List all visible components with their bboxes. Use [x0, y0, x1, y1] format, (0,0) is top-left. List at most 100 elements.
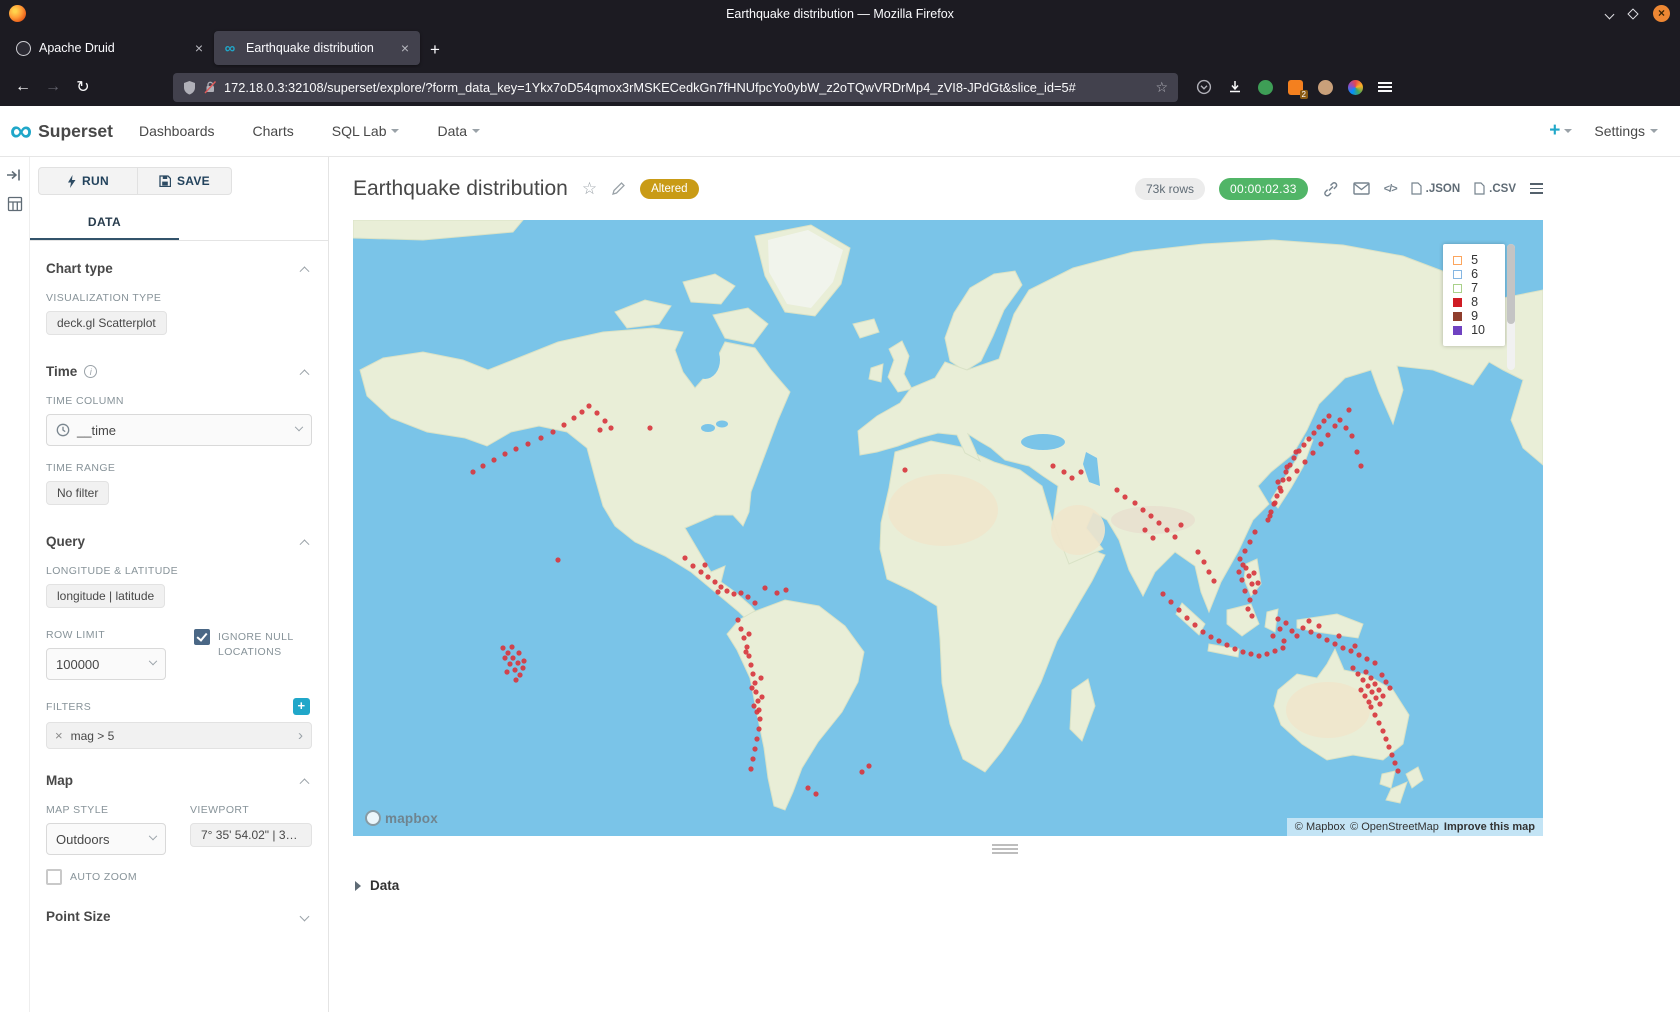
- tab-apache-druid[interactable]: Apache Druid ×: [8, 31, 214, 65]
- new-tab-button[interactable]: +: [430, 40, 440, 60]
- earthquake-point: [504, 669, 509, 674]
- legend-scrollbar-thumb[interactable]: [1507, 244, 1515, 324]
- improve-map-link[interactable]: Improve this map: [1444, 821, 1535, 833]
- earthquake-point: [1132, 500, 1137, 505]
- earthquake-point: [470, 469, 475, 474]
- section-header[interactable]: Chart type: [46, 261, 312, 276]
- legend-scrollbar[interactable]: [1507, 244, 1515, 370]
- favorite-star-icon[interactable]: ☆: [582, 179, 597, 199]
- minimize-button[interactable]: [1606, 5, 1613, 23]
- legend-item[interactable]: 7: [1453, 281, 1499, 295]
- downloads-icon[interactable]: [1227, 79, 1243, 95]
- section-header[interactable]: Query: [46, 534, 312, 549]
- save-button[interactable]: SAVE: [138, 167, 232, 195]
- bookmark-star-icon[interactable]: ☆: [1155, 79, 1168, 96]
- legend-item[interactable]: 6: [1453, 267, 1499, 281]
- attribution-mapbox[interactable]: © Mapbox: [1295, 821, 1345, 833]
- extension-orange-icon[interactable]: 2: [1288, 80, 1303, 95]
- new-item-button[interactable]: +: [1549, 120, 1572, 142]
- map-legend[interactable]: 5678910: [1443, 244, 1505, 346]
- export-json-button[interactable]: .JSON: [1411, 182, 1461, 195]
- remove-filter-icon[interactable]: ×: [55, 728, 63, 743]
- ignore-null-checkbox[interactable]: [194, 629, 210, 645]
- earthquake-point: [1252, 589, 1257, 594]
- earthquake-point: [783, 587, 788, 592]
- panel-drag-handle[interactable]: [992, 844, 1018, 854]
- auto-zoom-checkbox-row[interactable]: AUTO ZOOM: [46, 869, 312, 885]
- back-button[interactable]: ←: [8, 78, 38, 96]
- maximize-button[interactable]: [1629, 5, 1637, 23]
- url-bar[interactable]: 172.18.0.3:32108/superset/explore/?form_…: [173, 73, 1178, 102]
- embed-code-icon[interactable]: </>: [1384, 183, 1397, 195]
- earthquake-point: [1362, 693, 1367, 698]
- data-panel-toggle[interactable]: Data: [329, 856, 1680, 893]
- earthquake-point: [513, 677, 518, 682]
- tab-data-panel[interactable]: DATA: [30, 207, 179, 240]
- nav-charts[interactable]: Charts: [253, 123, 294, 139]
- earthquake-point: [1114, 487, 1119, 492]
- tab-earthquake-distribution[interactable]: ∞ Earthquake distribution ×: [214, 31, 420, 65]
- earthquake-point: [1078, 469, 1083, 474]
- legend-item[interactable]: 8: [1453, 295, 1499, 309]
- section-header[interactable]: Point Size: [46, 909, 312, 924]
- time-column-select[interactable]: __time: [46, 414, 312, 446]
- email-icon[interactable]: [1353, 182, 1370, 195]
- add-filter-button[interactable]: +: [293, 698, 310, 715]
- menu-hamburger-icon[interactable]: [1378, 79, 1392, 95]
- row-limit-select[interactable]: 100000: [46, 648, 166, 680]
- extension-pinwheel-icon[interactable]: [1348, 80, 1363, 95]
- time-range-value[interactable]: No filter: [46, 481, 109, 505]
- section-header[interactable]: Map: [46, 773, 312, 788]
- auto-zoom-checkbox[interactable]: [46, 869, 62, 885]
- save-icon: [159, 175, 171, 187]
- nav-sql-lab[interactable]: SQL Lab: [332, 123, 400, 139]
- section-header[interactable]: Time i: [46, 364, 312, 379]
- superset-logo[interactable]: ∞ Superset: [10, 116, 113, 146]
- settings-menu[interactable]: Settings: [1594, 123, 1658, 139]
- reload-button[interactable]: ↻: [68, 77, 98, 97]
- edit-title-icon[interactable]: [611, 181, 626, 196]
- dataset-grid-icon[interactable]: [7, 196, 23, 212]
- run-button[interactable]: RUN: [38, 167, 138, 195]
- earthquake-point: [758, 675, 763, 680]
- ignore-null-checkbox-row[interactable]: IGNORE NULL LOCATIONS: [194, 629, 312, 660]
- earthquake-point: [1247, 539, 1252, 544]
- attribution-osm[interactable]: © OpenStreetMap: [1350, 821, 1439, 833]
- expand-filter-icon[interactable]: ›: [298, 727, 303, 744]
- mapbox-logo[interactable]: mapbox: [365, 810, 438, 826]
- tracking-shield-icon[interactable]: [183, 80, 196, 95]
- viewport-value[interactable]: 7° 35' 54.02" | 31...: [190, 823, 312, 847]
- close-window-button[interactable]: ×: [1653, 5, 1670, 22]
- legend-item[interactable]: 5: [1453, 253, 1499, 267]
- earthquake-point: [745, 594, 750, 599]
- viz-type-value[interactable]: deck.gl Scatterplot: [46, 311, 167, 335]
- insecure-lock-icon[interactable]: [203, 80, 217, 94]
- timer-badge: 00:00:02.33: [1219, 178, 1308, 200]
- account-avatar-icon[interactable]: [1318, 80, 1333, 95]
- url-text[interactable]: 172.18.0.3:32108/superset/explore/?form_…: [224, 80, 1148, 95]
- nav-dashboards[interactable]: Dashboards: [139, 123, 215, 139]
- earthquake-point: [1349, 433, 1354, 438]
- lonlat-value[interactable]: longitude | latitude: [46, 584, 165, 608]
- pocket-icon[interactable]: [1196, 79, 1212, 95]
- export-csv-button[interactable]: .CSV: [1474, 182, 1516, 195]
- legend-item[interactable]: 9: [1453, 309, 1499, 323]
- filter-item[interactable]: × mag > 5 ›: [46, 722, 312, 749]
- legend-item[interactable]: 10: [1453, 323, 1499, 337]
- window-titlebar: Earthquake distribution — Mozilla Firefo…: [0, 0, 1680, 27]
- share-link-icon[interactable]: [1322, 181, 1339, 197]
- chart-options-menu-icon[interactable]: [1530, 181, 1543, 196]
- time-range-label: TIME RANGE: [46, 462, 312, 474]
- nav-data[interactable]: Data: [437, 123, 480, 139]
- earthquake-point: [682, 555, 687, 560]
- map-style-select[interactable]: Outdoors: [46, 823, 166, 855]
- expand-panel-icon[interactable]: [6, 167, 23, 183]
- earthquake-point: [1301, 442, 1306, 447]
- earthquake-point: [1324, 637, 1329, 642]
- tab-close-icon[interactable]: ×: [192, 40, 206, 56]
- forward-button[interactable]: →: [38, 78, 68, 96]
- tab-close-icon[interactable]: ×: [398, 40, 412, 56]
- deckgl-map[interactable]: 5678910 mapbox © Mapbox © OpenStreetMap …: [353, 220, 1543, 836]
- section-point-size: Point Size: [38, 889, 312, 928]
- extension-green-icon[interactable]: [1258, 80, 1273, 95]
